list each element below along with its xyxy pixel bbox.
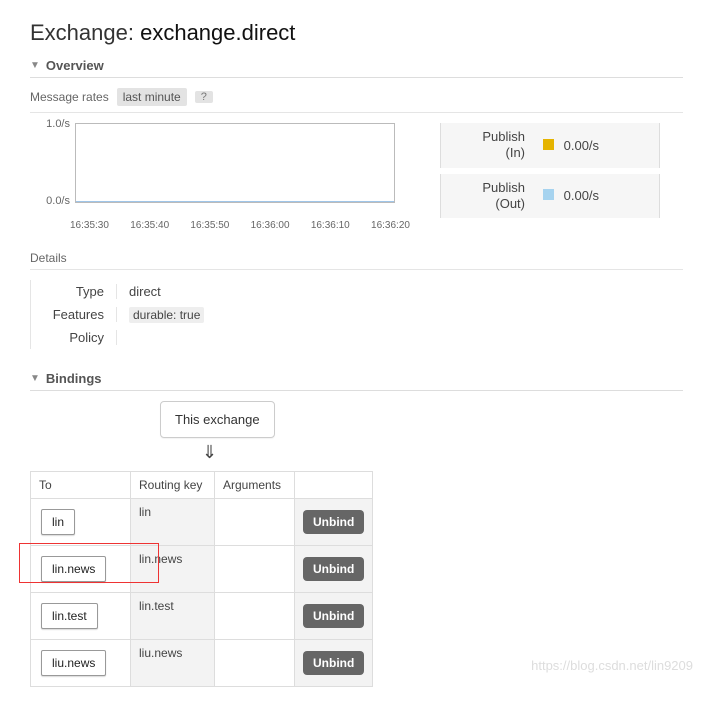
y-max-label: 1.0/s — [30, 118, 70, 130]
arguments-cell — [215, 640, 295, 687]
overview-label: Overview — [46, 58, 104, 73]
legend-publish-in: Publish(In) 0.00/s — [440, 123, 660, 168]
x-tick: 16:35:50 — [190, 220, 229, 231]
legend: Publish(In) 0.00/s Publish(Out) 0.00/s — [440, 123, 660, 218]
unbind-button[interactable]: Unbind — [303, 604, 364, 628]
chart-series-line — [76, 201, 394, 202]
overview-toggle[interactable]: ▼ Overview — [30, 54, 683, 78]
x-tick: 16:35:30 — [70, 220, 109, 231]
unbind-button[interactable]: Unbind — [303, 557, 364, 581]
help-icon[interactable]: ? — [195, 91, 213, 103]
exchange-name: exchange.direct — [140, 20, 295, 45]
table-row: liu.news liu.news Unbind — [31, 640, 373, 687]
detail-key-type: Type — [31, 284, 117, 299]
routing-key-cell: lin — [131, 499, 215, 546]
queue-link[interactable]: lin — [41, 509, 75, 535]
bindings-table: To Routing key Arguments lin lin Unbind … — [30, 471, 373, 687]
details-table: Type direct Features durable: true Polic… — [30, 280, 683, 349]
rates-chart: 1.0/s 0.0/s 16:35:30 16:35:40 16:35:50 1… — [30, 119, 410, 229]
legend-value-wrap: 0.00/s — [543, 188, 599, 203]
watermark: https://blog.csdn.net/lin9209 — [531, 658, 693, 673]
arguments-cell — [215, 593, 295, 640]
table-row: lin.news lin.news Unbind — [31, 546, 373, 593]
x-axis-ticks: 16:35:30 16:35:40 16:35:50 16:36:00 16:3… — [70, 220, 410, 231]
legend-label: Publish(In) — [455, 129, 525, 162]
square-icon — [543, 139, 554, 150]
arguments-cell — [215, 499, 295, 546]
legend-publish-out: Publish(Out) 0.00/s — [440, 174, 660, 219]
col-action — [295, 472, 373, 499]
routing-key-cell: lin.test — [131, 593, 215, 640]
detail-val-features: durable: true — [117, 307, 204, 322]
this-exchange-box: This exchange — [160, 401, 275, 438]
table-row: lin lin Unbind — [31, 499, 373, 546]
chevron-down-icon: ▼ — [30, 60, 40, 71]
arguments-cell — [215, 546, 295, 593]
down-arrow-icon: ⇓ — [202, 438, 683, 469]
details-label: Details — [30, 251, 683, 270]
message-rates-label: Message rates — [30, 90, 109, 104]
detail-key-policy: Policy — [31, 330, 117, 345]
x-tick: 16:35:40 — [130, 220, 169, 231]
legend-value: 0.00/s — [564, 138, 599, 153]
bindings-label: Bindings — [46, 371, 102, 386]
rates-range-select[interactable]: last minute — [117, 88, 187, 106]
x-tick: 16:36:00 — [251, 220, 290, 231]
unbind-button[interactable]: Unbind — [303, 651, 364, 675]
y-min-label: 0.0/s — [30, 195, 70, 207]
page-title: Exchange: exchange.direct — [30, 20, 683, 46]
legend-label: Publish(Out) — [455, 180, 525, 213]
routing-key-cell: liu.news — [131, 640, 215, 687]
queue-link[interactable]: liu.news — [41, 650, 106, 676]
queue-link[interactable]: lin.test — [41, 603, 98, 629]
detail-val-type: direct — [117, 284, 161, 299]
chevron-down-icon: ▼ — [30, 373, 40, 384]
chart-plot-area — [75, 123, 395, 203]
legend-value: 0.00/s — [564, 188, 599, 203]
detail-val-policy — [117, 330, 129, 345]
x-tick: 16:36:10 — [311, 220, 350, 231]
legend-value-wrap: 0.00/s — [543, 138, 599, 153]
routing-key-cell: lin.news — [131, 546, 215, 593]
bindings-toggle[interactable]: ▼ Bindings — [30, 367, 683, 391]
col-arguments: Arguments — [215, 472, 295, 499]
square-icon — [543, 189, 554, 200]
unbind-button[interactable]: Unbind — [303, 510, 364, 534]
table-row: lin.test lin.test Unbind — [31, 593, 373, 640]
col-to: To — [31, 472, 131, 499]
x-tick: 16:36:20 — [371, 220, 410, 231]
title-prefix: Exchange: — [30, 20, 134, 45]
detail-key-features: Features — [31, 307, 117, 322]
col-routing-key: Routing key — [131, 472, 215, 499]
queue-link[interactable]: lin.news — [41, 556, 106, 582]
